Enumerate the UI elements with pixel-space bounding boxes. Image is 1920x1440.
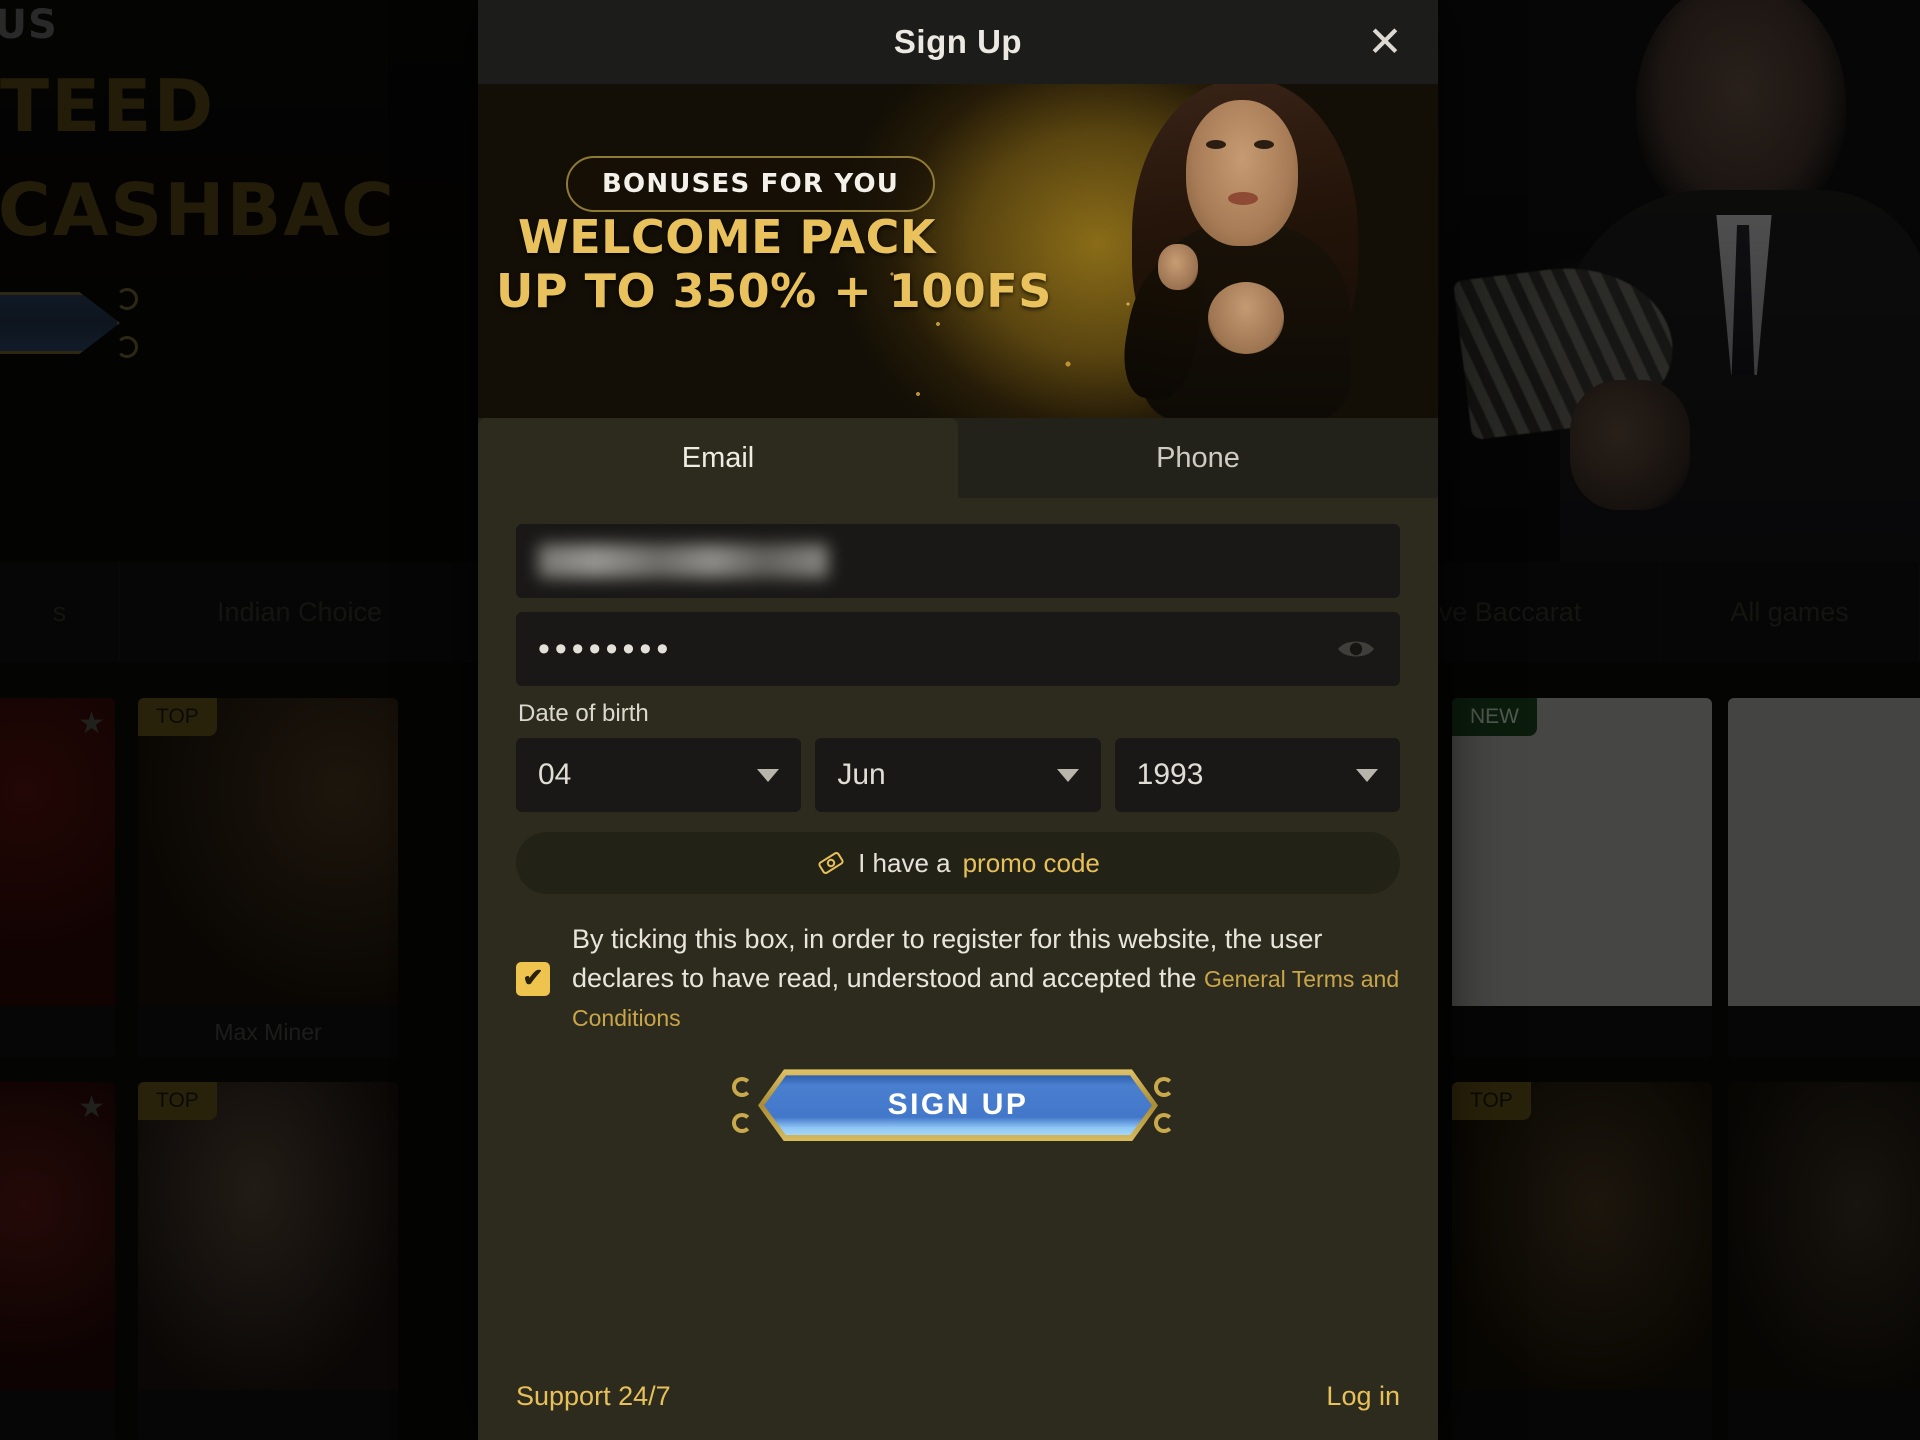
tab-phone[interactable]: Phone: [958, 418, 1438, 498]
modal-header: Sign Up ✕: [478, 0, 1438, 84]
login-link[interactable]: Log in: [1326, 1381, 1400, 1412]
dob-day-value: 04: [538, 758, 572, 791]
banner-pill-label: BONUSES FOR YOU: [566, 156, 936, 212]
signup-modal: Sign Up ✕ BONUSES FOR YOU WELCOME PACK U…: [478, 0, 1438, 1440]
dob-month-value: Jun: [837, 758, 886, 791]
password-value: ••••••••: [538, 630, 674, 668]
terms-checkbox[interactable]: ✔: [516, 961, 550, 996]
promo-prefix-text: I have a: [858, 847, 951, 878]
banner-headline-line1: WELCOME PACK: [518, 210, 937, 264]
ticket-icon: [818, 852, 844, 874]
banner-model-photo: [1080, 84, 1410, 418]
dob-day-select[interactable]: 04: [516, 738, 802, 812]
close-icon[interactable]: ✕: [1360, 17, 1410, 67]
dob-year-select[interactable]: 1993: [1114, 738, 1400, 812]
promo-code-link[interactable]: promo code: [963, 848, 1100, 879]
promo-code-button[interactable]: I have a promo code: [516, 832, 1400, 894]
password-field[interactable]: ••••••••: [516, 612, 1400, 686]
email-value-redacted: [538, 544, 828, 578]
model-lips: [1228, 192, 1258, 205]
modal-body: •••••••• Date of birth 04 Jun 1993 I hav…: [478, 498, 1438, 1352]
signup-button-face: SIGN UP: [764, 1075, 1152, 1135]
scroll-ornament-right: [1154, 1077, 1184, 1134]
model-eye-right: [1254, 140, 1274, 149]
model-hand: [1158, 244, 1198, 290]
model-torso: [1208, 282, 1284, 354]
chevron-down-icon: [757, 768, 780, 782]
modal-footer: Support 24/7 Log in: [478, 1352, 1438, 1440]
terms-row: ✔ By ticking this box, in order to regis…: [516, 920, 1400, 1037]
model-face: [1186, 100, 1298, 246]
email-field[interactable]: [516, 524, 1400, 598]
date-of-birth-label: Date of birth: [518, 700, 649, 727]
submit-row: SIGN UP: [516, 1069, 1400, 1141]
signup-button-label: SIGN UP: [887, 1088, 1029, 1122]
model-eye-left: [1206, 140, 1226, 149]
date-of-birth-row: 04 Jun 1993: [516, 738, 1400, 812]
dob-month-select[interactable]: Jun: [815, 738, 1101, 812]
terms-text: By ticking this box, in order to registe…: [572, 920, 1400, 1037]
eye-icon[interactable]: [1334, 634, 1378, 664]
scroll-ornament-left: [732, 1077, 762, 1134]
modal-title: Sign Up: [893, 23, 1023, 60]
chevron-down-icon: [1056, 768, 1079, 782]
support-link[interactable]: Support 24/7: [516, 1381, 671, 1412]
signup-button[interactable]: SIGN UP: [732, 1069, 1174, 1141]
promo-banner: BONUSES FOR YOU WELCOME PACK UP TO 350% …: [478, 84, 1438, 418]
chevron-down-icon: [1355, 768, 1378, 782]
banner-headline-line2: UP TO 350% + 100FS: [496, 264, 1052, 318]
auth-method-tabs: Email Phone: [478, 418, 1438, 498]
dob-year-value: 1993: [1136, 758, 1204, 791]
tab-email[interactable]: Email: [478, 418, 958, 498]
